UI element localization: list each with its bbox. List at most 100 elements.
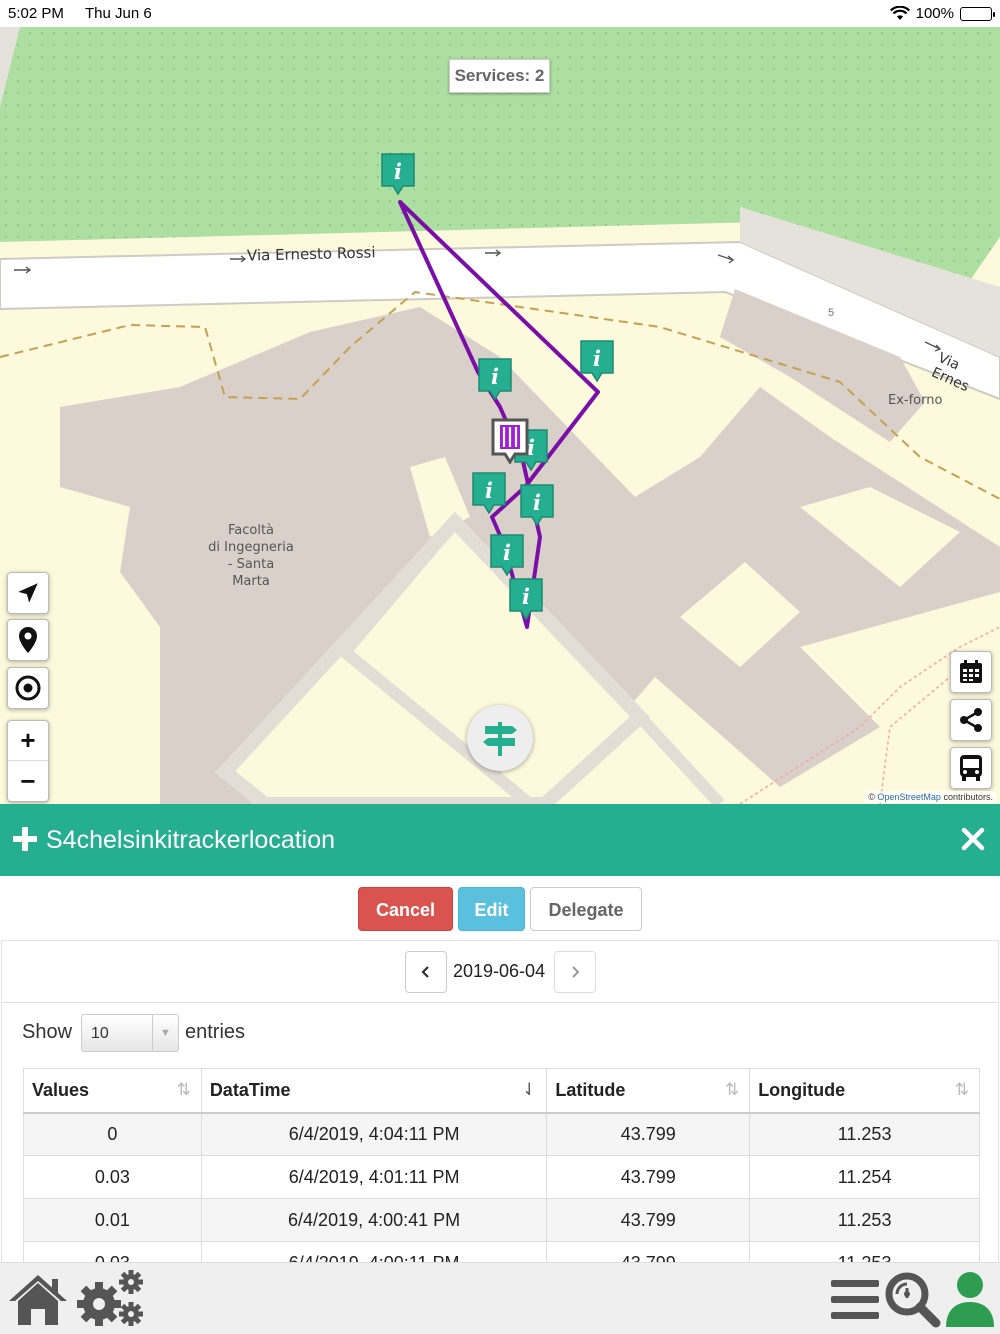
building-label-line: - Santa: [227, 557, 275, 572]
current-date: 2019-06-04: [453, 961, 546, 981]
menu-button[interactable]: [828, 1269, 882, 1329]
edit-button[interactable]: Edit: [458, 887, 525, 931]
osm-link[interactable]: OpenStreetMap: [877, 792, 941, 802]
settings-button[interactable]: [72, 1267, 146, 1331]
panel-header: S4chelsinkitrackerlocation: [0, 804, 1000, 876]
expand-plus-icon[interactable]: [12, 826, 38, 852]
building-label-line: Facoltà: [227, 523, 275, 538]
info-marker[interactable]: i: [490, 534, 524, 581]
info-marker[interactable]: i: [520, 484, 554, 531]
wifi-icon: [889, 6, 910, 20]
services-count-badge[interactable]: Services: 2: [449, 59, 550, 93]
battery-percent: 100%: [915, 5, 954, 22]
map-attribution: © OpenStreetMap contributors.: [865, 791, 996, 803]
selected-device-marker[interactable]: [491, 418, 529, 469]
status-time: 5:02 PM: [8, 5, 64, 22]
column-header-latitude[interactable]: Latitude ⇅: [546, 1068, 751, 1114]
user-profile-button[interactable]: [942, 1267, 998, 1331]
sort-desc-icon: ⇃: [522, 1080, 537, 1099]
cell-longitude: 11.254: [749, 1155, 980, 1199]
route-directions-button[interactable]: [467, 705, 533, 771]
locate-arrow-icon: [18, 583, 38, 603]
panel-title: S4chelsinkitrackerlocation: [46, 826, 336, 854]
svg-text:i: i: [491, 364, 499, 389]
info-marker[interactable]: i: [381, 153, 415, 200]
building-label-line: di Ingegneria: [208, 540, 294, 555]
chevron-right-icon: [572, 966, 580, 978]
cell-value: 0.03: [23, 1155, 202, 1199]
show-label: Show: [22, 1021, 73, 1043]
table-row[interactable]: 0.03 6/4/2019, 4:01:11 PM 43.799 11.254: [23, 1155, 980, 1199]
cell-longitude: 11.253: [749, 1112, 980, 1156]
map-pin-icon: [19, 627, 37, 653]
svg-text:i: i: [522, 584, 530, 609]
map-pin-button[interactable]: [7, 619, 49, 661]
chevron-left-icon: [421, 966, 429, 978]
calendar-button[interactable]: [950, 651, 992, 693]
bus-icon: [960, 755, 982, 781]
cancel-button[interactable]: Cancel: [358, 887, 453, 931]
table-row[interactable]: 0.01 6/4/2019, 4:00:41 PM 43.799 11.253: [23, 1198, 980, 1242]
cell-value: 0: [23, 1112, 202, 1156]
svg-text:i: i: [485, 478, 493, 503]
svg-text:i: i: [533, 490, 541, 515]
column-header-label: Values: [32, 1079, 90, 1100]
building-label-line: Marta: [232, 574, 270, 589]
info-marker[interactable]: i: [580, 340, 614, 387]
user-icon: [946, 1272, 994, 1327]
target-button[interactable]: [7, 667, 49, 709]
sort-icon: ⇅: [724, 1080, 740, 1099]
table-row[interactable]: 0 6/4/2019, 4:04:11 PM 43.799 11.253: [23, 1112, 980, 1156]
sort-icon: ⇅: [176, 1080, 191, 1099]
share-button[interactable]: [950, 699, 992, 741]
house-number: 5: [828, 307, 835, 319]
svg-text:i: i: [593, 346, 601, 371]
delegate-button[interactable]: Delegate: [530, 887, 642, 931]
info-marker[interactable]: i: [509, 578, 543, 625]
zoom-out-button[interactable]: −: [8, 761, 48, 801]
column-header-longitude[interactable]: Longitude ⇅: [749, 1068, 980, 1114]
close-icon[interactable]: [960, 826, 986, 852]
cell-datatime: 6/4/2019, 4:01:11 PM: [200, 1155, 548, 1199]
chevron-down-icon: ▼: [152, 1015, 178, 1051]
sort-icon: ⇅: [954, 1080, 969, 1099]
column-header-label: DataTime: [209, 1079, 291, 1100]
search-button[interactable]: [882, 1267, 942, 1331]
date-navigator: 2019-06-04: [2, 941, 998, 1003]
previous-date-button[interactable]: [405, 951, 447, 993]
data-panel: 2019-06-04 Show 10 ▼ entries Values ⇅ Dat…: [1, 940, 999, 1285]
svg-text:i: i: [503, 540, 511, 565]
table-header-row: Values ⇅ DataTime ⇃ Latitude ⇅ Longitude ⇅: [23, 1068, 980, 1114]
attribution-prefix: ©: [868, 792, 875, 802]
cell-latitude: 43.799: [546, 1112, 751, 1156]
battery-icon: [960, 6, 995, 21]
cell-latitude: 43.799: [546, 1198, 751, 1242]
share-icon: [960, 708, 982, 732]
bus-button[interactable]: [950, 747, 992, 789]
info-marker[interactable]: i: [478, 358, 512, 405]
street-label: Via Ernesto Rossi: [246, 243, 376, 265]
place-label: Ex-forno: [888, 393, 943, 408]
info-marker[interactable]: i: [472, 472, 506, 519]
entries-select[interactable]: 10 ▼: [81, 1014, 179, 1052]
entries-label: entries: [185, 1021, 246, 1043]
menu-icon: [831, 1280, 879, 1319]
column-header-datatime[interactable]: DataTime ⇃: [200, 1068, 548, 1114]
column-header-label: Latitude: [555, 1079, 626, 1100]
map-view[interactable]: Via Ernesto Rossi Via Ernes Facoltà di I…: [0, 27, 1000, 804]
column-header-values[interactable]: Values ⇅: [23, 1068, 202, 1114]
building-label: Facoltà di Ingegneria - Santa Marta: [190, 522, 312, 590]
home-button[interactable]: [6, 1267, 70, 1331]
cell-latitude: 43.799: [546, 1155, 751, 1199]
settings-gears-icon: [77, 1270, 143, 1326]
zoom-in-button[interactable]: +: [8, 721, 48, 761]
calendar-icon: [960, 660, 982, 683]
svg-text:i: i: [394, 159, 402, 184]
cell-value: 0.01: [23, 1198, 202, 1242]
attribution-suffix: contributors.: [943, 792, 993, 802]
next-date-button[interactable]: [554, 951, 596, 993]
status-bar: 5:02 PM Thu Jun 6 100%: [0, 0, 1000, 27]
app-screen: 5:02 PM Thu Jun 6 100% Via Ernesto Rossi…: [0, 0, 1000, 1334]
locate-button[interactable]: [7, 572, 49, 614]
target-icon: [15, 675, 41, 701]
